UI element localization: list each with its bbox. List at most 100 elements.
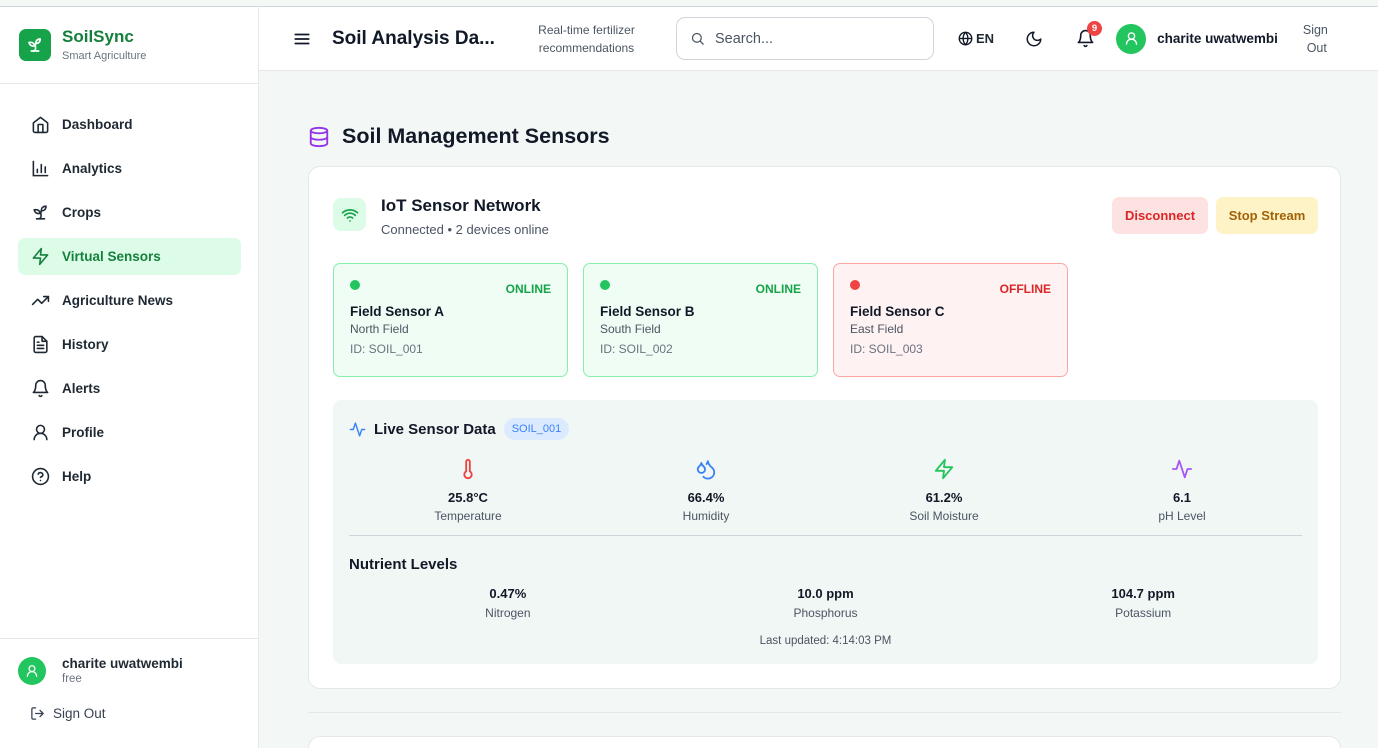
search-box[interactable] (676, 17, 934, 60)
live-sensor-header: Live Sensor Data SOIL_001 (349, 418, 570, 440)
activity-icon (349, 421, 366, 438)
metric-ph-level: 6.1 pH Level (1063, 456, 1301, 523)
nutrient-list: 0.47% Nitrogen 10.0 ppm Phosphorus 104.7… (349, 586, 1302, 620)
zap-icon (825, 456, 1063, 482)
sensor-id: ID: SOIL_003 (850, 342, 923, 356)
sidebar-user-plan: free (62, 673, 82, 685)
home-icon (30, 115, 50, 135)
avatar (1116, 23, 1147, 54)
moon-icon[interactable] (1024, 29, 1044, 49)
sidebar-item-label: Virtual Sensors (62, 249, 161, 264)
nutrient-potassium: 104.7 ppm Potassium (984, 586, 1302, 620)
status-dot (850, 280, 860, 290)
sidebar-footer: charite uwatwembi free Sign Out (0, 638, 258, 748)
trending-up-icon (30, 291, 50, 311)
network-header: IoT Sensor Network Connected • 2 devices… (333, 196, 549, 237)
user-icon (30, 423, 50, 443)
metric-temperature: 25.8°C Temperature (349, 456, 587, 523)
sidebar-item-label: Analytics (62, 161, 123, 176)
nutrient-label: Phosphorus (793, 606, 858, 620)
metric-label: Temperature (434, 509, 502, 523)
metric-list: 25.8°C Temperature 66.4% Humidity 61.2% … (349, 456, 1302, 523)
search-input[interactable] (715, 30, 915, 47)
sidebar-sign-out-label: Sign Out (53, 706, 106, 721)
header-user-name: charite uwatwembi (1157, 31, 1278, 46)
globe-icon (958, 31, 973, 46)
sensor-card[interactable]: OFFLINE Field Sensor C East Field ID: SO… (833, 263, 1068, 377)
metric-value: 6.1 (1172, 490, 1192, 505)
sensor-network-card: IoT Sensor Network Connected • 2 devices… (308, 166, 1341, 689)
metric-humidity: 66.4% Humidity (587, 456, 825, 523)
sidebar-item-label: Dashboard (62, 117, 133, 132)
sidebar-item-profile[interactable]: Profile (18, 414, 241, 451)
wifi-icon (333, 198, 366, 231)
sensor-name: Field Sensor C (850, 304, 945, 319)
notifications-button[interactable]: 9 (1074, 20, 1103, 50)
droplets-icon (587, 456, 825, 482)
sensor-card[interactable]: ONLINE Field Sensor A North Field ID: SO… (333, 263, 568, 377)
menu-icon[interactable] (292, 29, 312, 49)
disconnect-button[interactable]: Disconnect (1112, 197, 1208, 234)
header-sign-out-button[interactable]: Sign Out (1303, 21, 1328, 57)
sensor-location: East Field (850, 322, 904, 336)
metric-label: pH Level (1158, 509, 1206, 523)
help-circle-icon (30, 467, 50, 487)
thermometer-icon (349, 456, 587, 482)
sidebar-item-help[interactable]: Help (18, 458, 241, 495)
sidebar-user[interactable]: charite uwatwembi free (18, 655, 258, 686)
sidebar-user-name: charite uwatwembi (62, 656, 183, 671)
next-section-card (308, 736, 1341, 748)
sidebar-sign-out-button[interactable]: Sign Out (18, 706, 258, 721)
header-title: Soil Analysis Da... (332, 27, 495, 49)
brand-subtitle: Smart Agriculture (62, 50, 147, 62)
sidebar-item-virtual-sensors[interactable]: Virtual Sensors (18, 238, 241, 275)
sensor-card[interactable]: ONLINE Field Sensor B South Field ID: SO… (583, 263, 818, 377)
sensor-location: North Field (350, 322, 409, 336)
nutrient-value: 104.7 ppm (1111, 586, 1175, 601)
status-badge: OFFLINE (999, 282, 1051, 296)
sprout-icon (30, 203, 50, 223)
bar-chart-icon (30, 159, 50, 179)
sensor-name: Field Sensor B (600, 304, 695, 319)
sensor-location: South Field (600, 322, 661, 336)
sidebar-item-analytics[interactable]: Analytics (18, 150, 241, 187)
sidebar-item-label: Alerts (62, 381, 101, 396)
nutrient-levels-title: Nutrient Levels (349, 556, 458, 573)
brand-name: SoilSync (62, 27, 134, 46)
metric-label: Humidity (682, 509, 730, 523)
sidebar-item-label: History (62, 337, 109, 352)
nutrient-value: 0.47% (489, 586, 527, 601)
zap-icon (30, 247, 50, 267)
sidebar-item-crops[interactable]: Crops (18, 194, 241, 231)
sensor-name: Field Sensor A (350, 304, 445, 319)
sidebar-item-dashboard[interactable]: Dashboard (18, 106, 241, 143)
sensor-id: ID: SOIL_001 (350, 342, 423, 356)
nutrient-nitrogen: 0.47% Nitrogen (349, 586, 667, 620)
sidebar-item-alerts[interactable]: Alerts (18, 370, 241, 407)
status-dot (350, 280, 360, 290)
sidebar: SoilSync Smart Agriculture Dashboard Ana… (0, 6, 259, 748)
stop-stream-button[interactable]: Stop Stream (1216, 197, 1318, 234)
nutrient-phosphorus: 10.0 ppm Phosphorus (667, 586, 985, 620)
header-user-menu[interactable]: charite uwatwembi (1116, 23, 1278, 54)
search-icon (690, 31, 705, 46)
brand[interactable]: SoilSync Smart Agriculture (0, 7, 258, 84)
nutrient-label: Potassium (1115, 606, 1172, 620)
nutrient-value: 10.0 ppm (797, 586, 854, 601)
metric-soil-moisture: 61.2% Soil Moisture (825, 456, 1063, 523)
metric-value: 61.2% (925, 490, 963, 505)
nutrient-label: Nitrogen (485, 606, 531, 620)
log-out-icon (30, 706, 45, 721)
network-title: IoT Sensor Network (381, 196, 541, 215)
sidebar-item-agriculture-news[interactable]: Agriculture News (18, 282, 241, 319)
avatar (18, 656, 46, 685)
status-dot (600, 280, 610, 290)
sidebar-item-history[interactable]: History (18, 326, 241, 363)
language-selector[interactable]: EN (958, 31, 994, 46)
header-subtitle: Real-time fertilizer recommendations (538, 22, 635, 55)
top-header: Soil Analysis Da... Real-time fertilizer… (259, 6, 1378, 71)
file-text-icon (30, 335, 50, 355)
page-title-text: Soil Management Sensors (342, 124, 610, 148)
live-sensor-panel: Live Sensor Data SOIL_001 25.8°C Tempera… (333, 400, 1318, 664)
metric-value: 25.8°C (448, 490, 488, 505)
